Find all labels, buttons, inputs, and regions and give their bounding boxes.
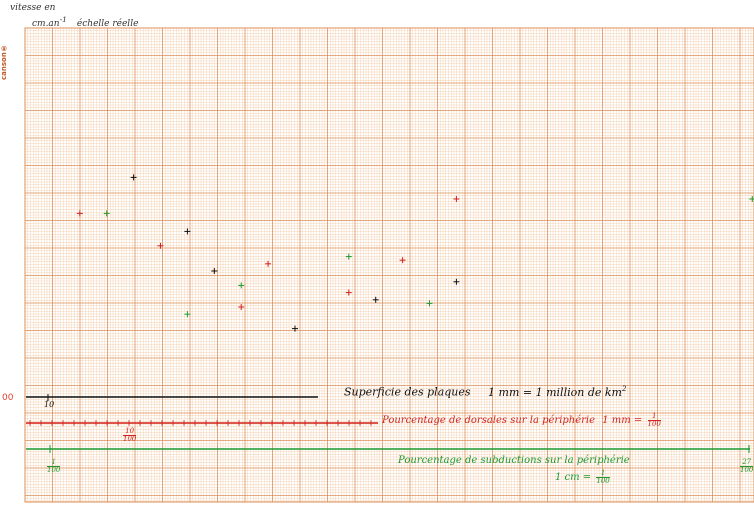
green-axis-tick-label: 1 100 bbox=[45, 456, 61, 475]
green-axis-scale-text: 1 cm = bbox=[555, 472, 592, 483]
origin-mark: 00 bbox=[2, 393, 14, 403]
green-scale-denominator: 100 bbox=[596, 477, 610, 485]
scatter-point bbox=[238, 282, 245, 289]
y-axis-unit-exponent: -1 bbox=[59, 15, 67, 24]
green-axis-label: Pourcentage de subductions sur la périph… bbox=[398, 455, 630, 466]
scatter-point bbox=[130, 174, 137, 181]
scatter-point bbox=[76, 210, 83, 217]
black-axis-scale: 1 mm = 1 million de km bbox=[488, 385, 622, 399]
scatter-point bbox=[399, 257, 406, 264]
green-axis-scale: 1 cm = 1 100 bbox=[555, 470, 610, 485]
y-axis-unit: cm.an bbox=[32, 19, 60, 29]
red-scale-numerator: 1 bbox=[651, 412, 657, 420]
red-axis-tick-label: 10 100 bbox=[121, 425, 137, 444]
green-axis-end-label: 27 100 bbox=[738, 456, 754, 475]
red-tick-denominator: 100 bbox=[123, 435, 137, 443]
red-axis-scale: 1 mm = bbox=[602, 415, 643, 426]
green-scale-numerator: 1 bbox=[600, 469, 606, 477]
graph-paper-page: vitesse en cm.an-1 échelle réelle canson®… bbox=[0, 0, 754, 506]
y-axis-label: vitesse en cm.an-1 échelle réelle bbox=[10, 2, 138, 30]
black-axis-title: Superficie des plaques bbox=[344, 385, 471, 399]
y-axis-scale-note: échelle réelle bbox=[76, 19, 139, 29]
green-end-numerator: 27 bbox=[742, 458, 752, 466]
scatter-point bbox=[238, 304, 245, 310]
black-axis-scale-exponent: 2 bbox=[621, 385, 627, 393]
scatter-point bbox=[184, 311, 191, 318]
black-axis-label: Superficie des plaques 1 mm = 1 million … bbox=[344, 385, 626, 399]
y-axis-label-line1: vitesse en bbox=[10, 3, 56, 13]
paper-brand-logo: canson® bbox=[0, 44, 8, 80]
green-tick-denominator: 100 bbox=[47, 466, 61, 474]
green-tick-numerator: 1 bbox=[51, 458, 56, 466]
black-axis-tick-label: 10 bbox=[44, 400, 55, 409]
graph-paper-grid bbox=[24, 27, 754, 503]
red-tick-numerator: 10 bbox=[125, 427, 135, 435]
green-end-denominator: 100 bbox=[740, 466, 754, 474]
red-axis-title: Pourcentage de dorsales sur la périphéri… bbox=[382, 415, 596, 426]
red-scale-denominator: 100 bbox=[647, 420, 661, 428]
red-axis-label: Pourcentage de dorsales sur la périphéri… bbox=[382, 413, 661, 428]
scatter-point bbox=[184, 228, 191, 235]
scatter-point bbox=[426, 300, 433, 307]
